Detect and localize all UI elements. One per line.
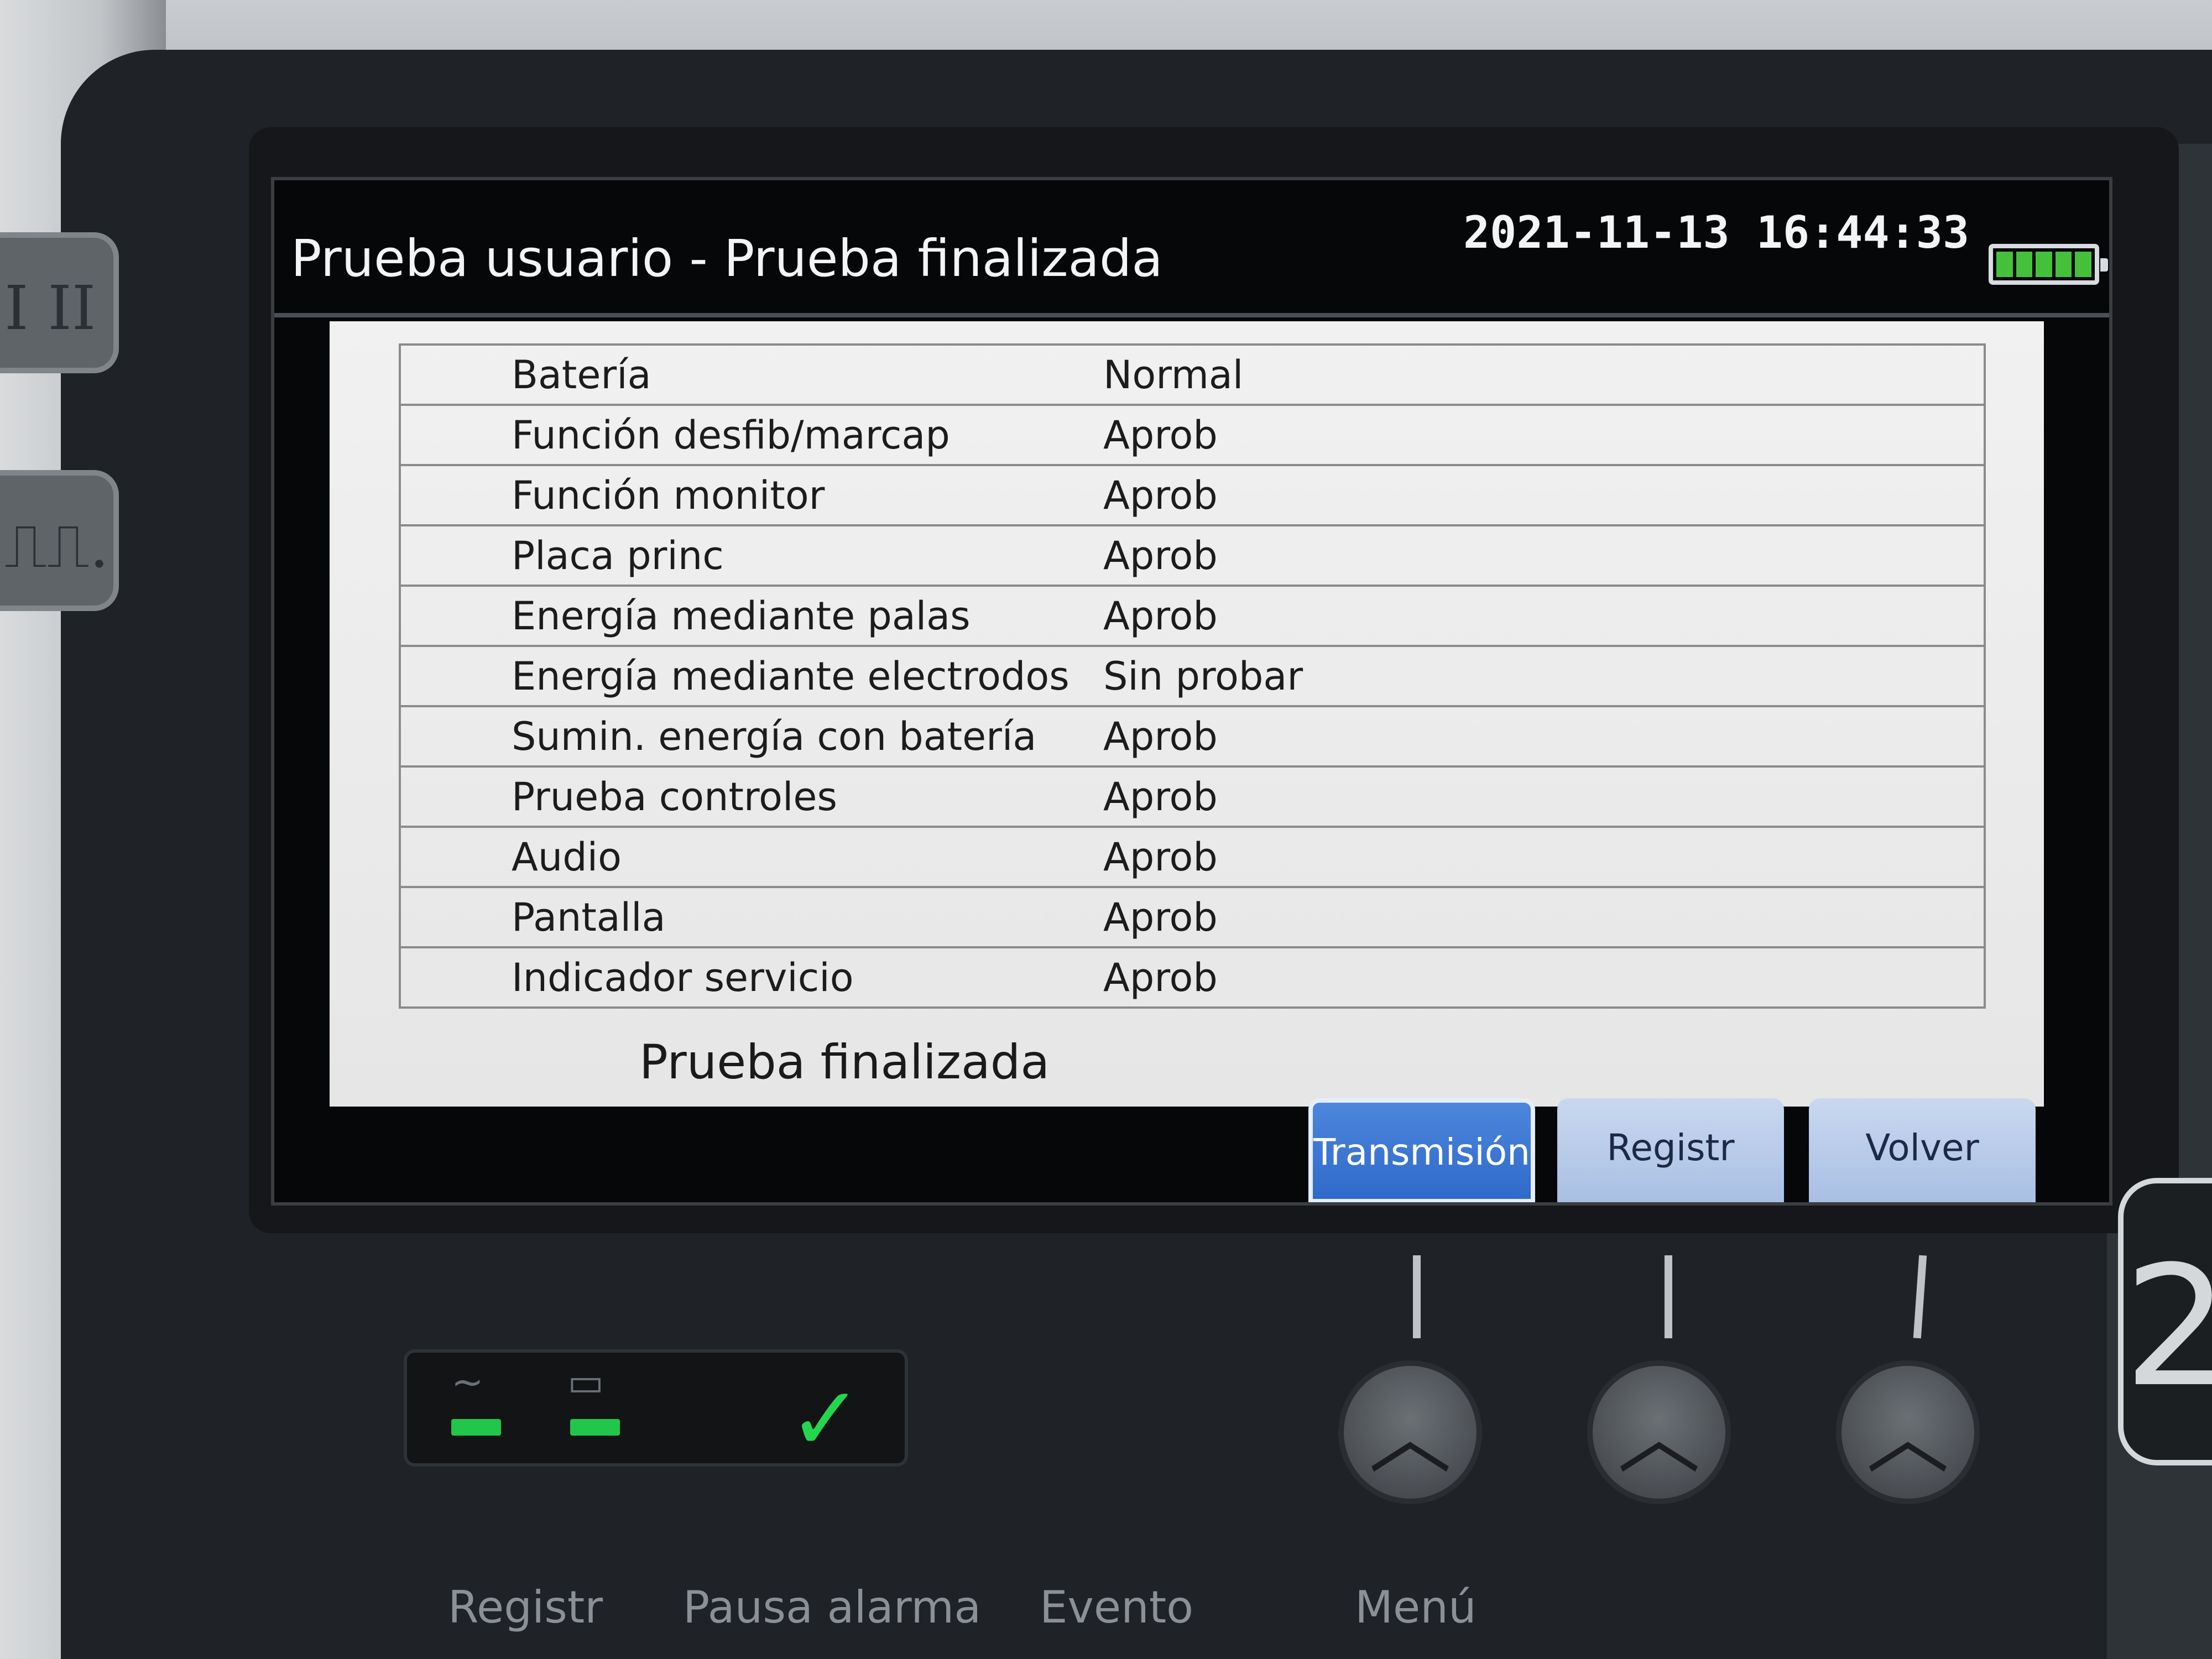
screen-header: Prueba usuario - Prueba finalizada 2021-… xyxy=(274,180,2109,317)
result-value: Aprob xyxy=(1103,826,1985,888)
softkey-2-hardware-button[interactable]: ︿ xyxy=(1587,1360,1731,1504)
table-row: Energía mediante electrodos Sin probar xyxy=(400,645,1985,707)
chevron-up-icon: ︿ xyxy=(1866,1390,1949,1486)
result-label: Función monitor xyxy=(400,464,1103,526)
result-value: Aprob xyxy=(1103,464,1985,526)
ac-power-led xyxy=(451,1419,501,1436)
battery-cell xyxy=(1996,252,2013,277)
transmision-label: Transmisión xyxy=(1313,1131,1530,1173)
battery-full-icon xyxy=(1989,244,2108,285)
table-row: Audio Aprob xyxy=(400,826,1985,888)
pacer-key-label: ⎍⎍... xyxy=(4,510,113,581)
chevron-up-icon: ︿ xyxy=(1617,1390,1700,1486)
result-label: Placa princ xyxy=(400,524,1103,587)
table-row: Función monitor Aprob xyxy=(400,464,1985,526)
evento-key-label: Evento xyxy=(1040,1582,1194,1633)
check-icon: ✓ xyxy=(789,1367,863,1470)
result-label: Pantalla xyxy=(400,886,1103,948)
menu-key-label: Menú xyxy=(1355,1582,1477,1633)
volver-label: Volver xyxy=(1865,1126,1979,1169)
result-label: Sumin. energía con batería xyxy=(400,705,1103,768)
result-value: Aprob xyxy=(1103,765,1985,828)
result-value: Aprob xyxy=(1103,585,1985,647)
table-row: Sumin. energía con batería Aprob xyxy=(400,705,1985,768)
battery-cell xyxy=(2075,252,2091,277)
result-value: Aprob xyxy=(1103,946,1985,1009)
results-panel: Batería Normal Función desfib/marcap Aprob F… xyxy=(330,321,2044,1107)
transmision-button[interactable]: Transmisión xyxy=(1308,1098,1535,1202)
result-value: Aprob xyxy=(1103,705,1985,768)
table-row: Energía mediante palas Aprob xyxy=(400,585,1985,647)
ac-power-icon: ∼ xyxy=(451,1359,484,1405)
status-message: Prueba finalizada xyxy=(639,1035,1050,1090)
result-value: Sin probar xyxy=(1103,645,1985,707)
right-side-key[interactable]: 2 xyxy=(2118,1178,2212,1465)
table-row: Prueba controles Aprob xyxy=(400,765,1985,828)
battery-cell xyxy=(2036,252,2052,277)
battery-cell xyxy=(2016,252,2033,277)
registr-button[interactable]: Registr xyxy=(1557,1098,1784,1202)
result-value: Aprob xyxy=(1103,886,1985,948)
chevron-up-icon: ︿ xyxy=(1368,1390,1452,1486)
result-label: Prueba controles xyxy=(400,765,1103,828)
registr-label: Registr xyxy=(1606,1126,1735,1169)
result-label: Energía mediante palas xyxy=(400,585,1103,647)
result-value: Aprob xyxy=(1103,524,1985,587)
result-value: Aprob xyxy=(1103,404,1985,466)
result-label: Energía mediante electrodos xyxy=(400,645,1103,707)
screen: Prueba usuario - Prueba finalizada 2021-… xyxy=(271,177,2112,1206)
pausa-alarma-key-label: Pausa alarma xyxy=(683,1582,982,1633)
softkey-3-hardware-button[interactable]: ︿ xyxy=(1836,1360,1980,1504)
pacer-key[interactable]: ⎍⎍... xyxy=(0,470,119,611)
softkey-1-hardware-button[interactable]: ︿ xyxy=(1338,1360,1482,1504)
lead-select-key[interactable]: I II ... xyxy=(0,232,119,373)
status-indicator-window: ∼ ▭ ✓ xyxy=(404,1349,908,1467)
registr-hard-key-label: Registr xyxy=(448,1582,603,1633)
results-table: Batería Normal Función desfib/marcap Aprob F… xyxy=(399,343,1986,1009)
table-row: Función desfib/marcap Aprob xyxy=(400,404,1985,466)
table-row: Placa princ Aprob xyxy=(400,524,1985,587)
result-value: Normal xyxy=(1103,343,1985,406)
table-row: Batería Normal xyxy=(400,343,1985,406)
battery-icon: ▭ xyxy=(567,1359,604,1405)
volver-button[interactable]: Volver xyxy=(1809,1098,2036,1202)
battery-led xyxy=(570,1419,620,1436)
softkey-tick-mark xyxy=(1413,1255,1421,1338)
table-row: Indicador servicio Aprob xyxy=(400,946,1985,1009)
table-row: Pantalla Aprob xyxy=(400,886,1985,948)
page-title: Prueba usuario - Prueba finalizada xyxy=(291,229,1163,288)
right-side-key-label: 2 xyxy=(2124,1230,2212,1423)
result-label: Batería xyxy=(400,343,1103,406)
result-label: Indicador servicio xyxy=(400,946,1103,1009)
softkey-tick-mark xyxy=(1665,1255,1672,1338)
battery-cell xyxy=(2055,252,2072,277)
result-label: Función desfib/marcap xyxy=(400,404,1103,466)
lead-select-label: I II ... xyxy=(4,273,96,343)
datetime-display: 2021-11-13 16:44:33 xyxy=(1463,207,1970,258)
result-label: Audio xyxy=(400,826,1103,888)
